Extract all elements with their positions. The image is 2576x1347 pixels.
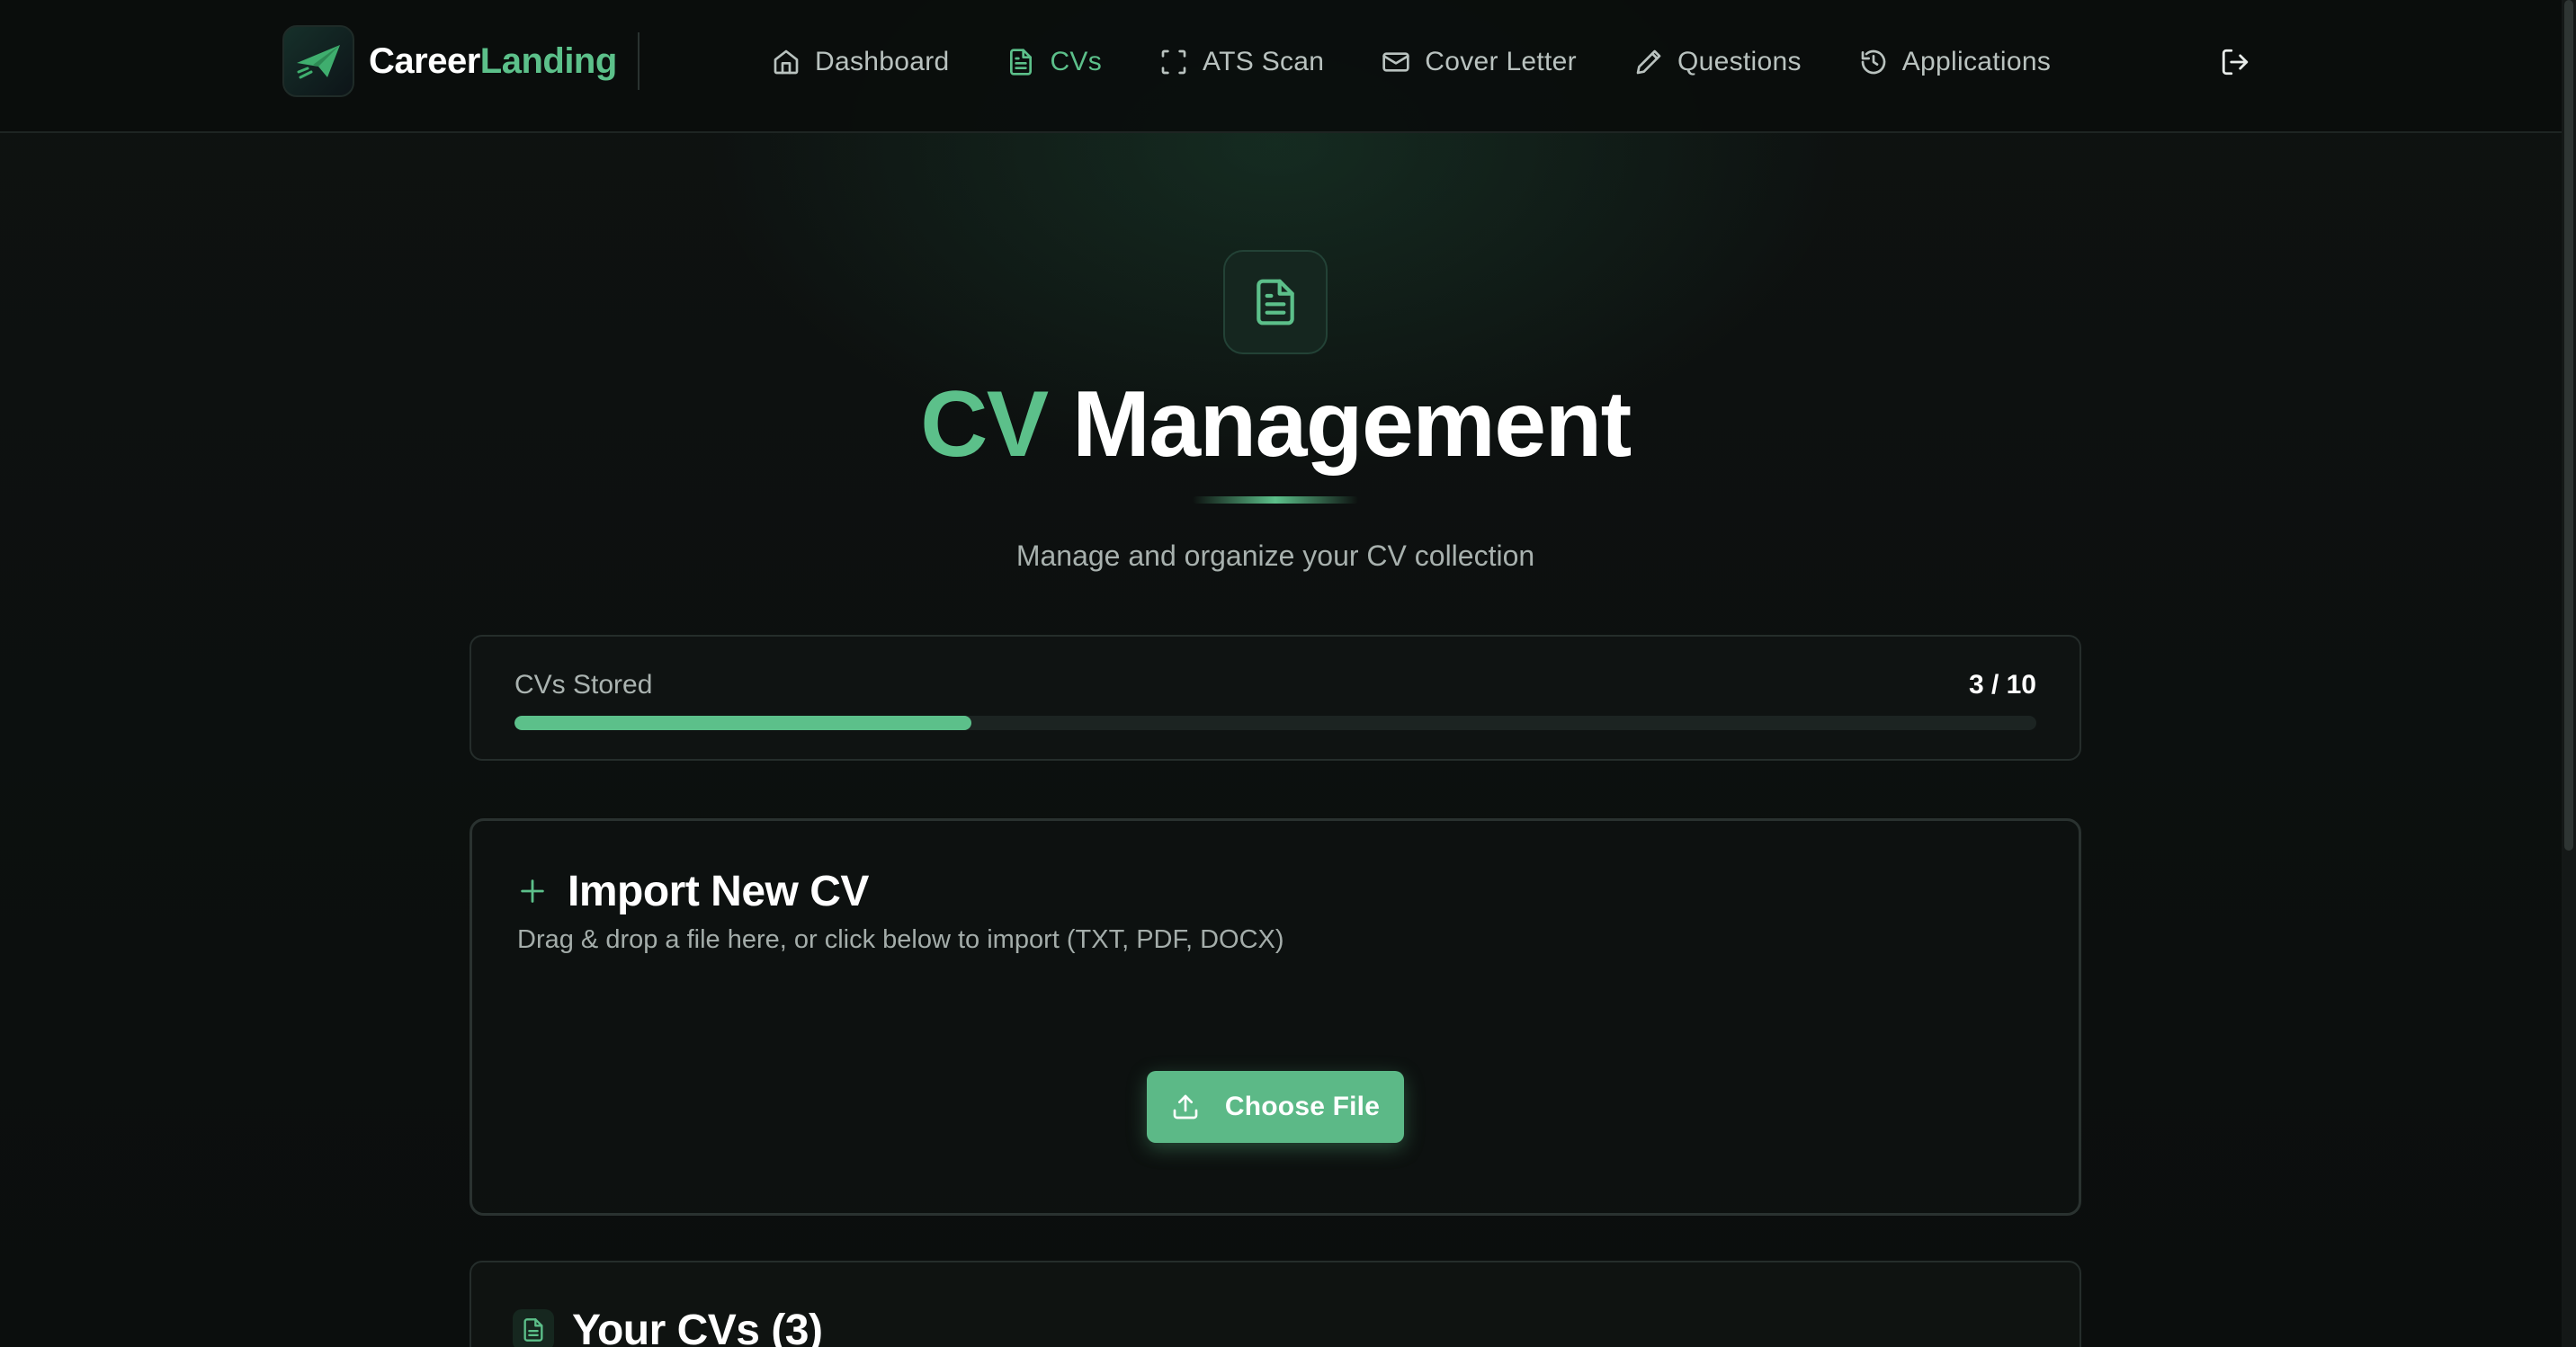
brand-name[interactable]: CareerLanding [369,40,617,83]
nav-item-cover-letter[interactable]: Cover Letter [1382,36,1577,88]
page-subtitle: Manage and organize your CV collection [1015,540,1535,572]
page-title: CV Management [0,367,2551,482]
nav-item-applications[interactable]: Applications [1859,36,2051,88]
nav-label-ats-scan: ATS Scan [1203,47,1325,76]
your-cvs-title: Your CVs (3) [572,1306,823,1347]
page-title-accent: CV [920,372,1049,477]
history-icon [1861,49,1886,75]
brand-divider [638,32,640,90]
mail-icon [1382,52,1409,72]
main-nav: Dashboard CVs ATS Scan Cover Letter Ques… [772,36,2108,88]
brand-part-1: Career [369,41,480,81]
nav-label-applications: Applications [1901,47,2052,76]
logout-button[interactable] [2218,45,2252,79]
top-navbar: CareerLanding Dashboard CVs ATS Scan Cov… [0,0,2576,133]
logout-icon [2222,49,2249,76]
hero-document-badge [1223,250,1328,354]
choose-file-label: Choose File [1224,1092,1381,1121]
your-cvs-card: Your CVs (3) [470,1261,2081,1347]
cvs-stored-label: CVs Stored [514,670,653,700]
plus-icon [521,879,544,903]
scrollbar-thumb[interactable] [2564,0,2573,851]
document-icon [523,1318,543,1342]
scan-icon [1161,49,1186,75]
your-cvs-header: Your CVs (3) [513,1302,823,1347]
cvs-stored-progress-fill [514,716,971,730]
cvs-stored-count: 3 / 10 [1968,670,2036,700]
home-icon [774,49,799,75]
nav-label-dashboard: Dashboard [815,47,950,76]
logo[interactable] [282,25,354,97]
page: CareerLanding Dashboard CVs ATS Scan Cov… [0,0,2576,1347]
import-dropzone[interactable]: Import New CV Drag & drop a file here, o… [470,818,2081,1216]
title-underline [1193,496,1358,504]
your-cvs-badge [513,1309,554,1347]
import-header: Import New CV [517,864,869,918]
upload-icon [1173,1094,1198,1120]
nav-label-cover-letter: Cover Letter [1425,47,1577,76]
document-icon [1010,49,1033,76]
nav-item-questions[interactable]: Questions [1634,36,1802,88]
nav-item-dashboard[interactable]: Dashboard [772,36,949,88]
cvs-stored-card: CVs Stored 3 / 10 [470,635,2081,761]
brand-part-2: Landing [479,41,618,81]
import-description: Drag & drop a file here, or click below … [517,925,1284,954]
choose-file-button[interactable]: Choose File [1147,1071,1404,1143]
document-icon [1257,279,1294,326]
nav-item-cvs[interactable]: CVs [1006,36,1102,88]
pencil-icon [1636,49,1661,75]
paper-plane-icon [297,45,340,79]
page-title-rest: Management [1072,372,1632,477]
nav-item-ats-scan[interactable]: ATS Scan [1159,36,1324,88]
nav-label-questions: Questions [1677,47,1802,76]
cvs-stored-progress [514,716,2036,730]
import-title: Import New CV [568,867,869,915]
nav-label-cvs: CVs [1050,47,1103,76]
